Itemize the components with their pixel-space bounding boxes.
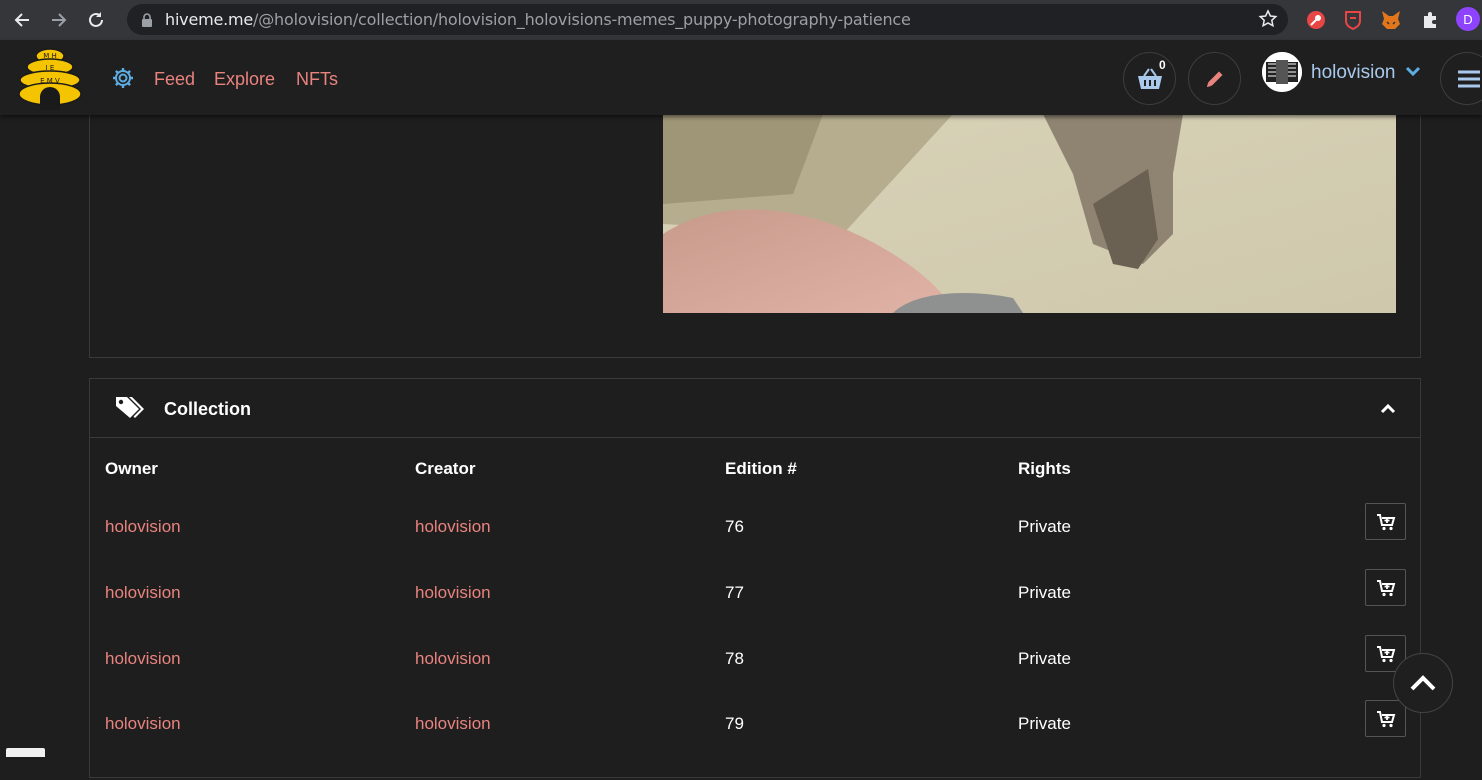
chevron-down-icon[interactable]: [1405, 64, 1421, 82]
creator-link[interactable]: holovision: [415, 583, 491, 603]
pencil-icon: [1206, 71, 1222, 87]
rights-value: Private: [1018, 649, 1071, 668]
nav-nfts[interactable]: NFTs: [296, 69, 338, 90]
puzzle-extensions-icon[interactable]: [1418, 8, 1442, 32]
table-row: holovision holovision 77 Private: [90, 569, 1420, 649]
tags-icon: [114, 395, 146, 426]
cart-plus-icon: [1376, 645, 1395, 662]
back-button[interactable]: [7, 5, 37, 35]
hamburger-icon: [1458, 70, 1480, 87]
column-header-owner: Owner: [105, 459, 158, 478]
svg-text:M H: M H: [43, 52, 57, 60]
shield-extension-icon[interactable]: [1341, 8, 1365, 32]
column-header-rights: Rights: [1018, 459, 1071, 478]
collection-card: Collection Owner Creator Edition # Right…: [89, 378, 1421, 778]
add-to-cart-button[interactable]: [1365, 700, 1406, 737]
scroll-to-top-button[interactable]: [1393, 653, 1453, 713]
column-header-edition: Edition #: [725, 459, 797, 478]
url-text: hiveme.me/@holovision/collection/holovis…: [165, 10, 911, 29]
cart-plus-icon: [1376, 710, 1395, 727]
arrow-left-icon: [14, 13, 29, 27]
profile-avatar[interactable]: D: [1456, 7, 1480, 31]
hamburger-menu-button[interactable]: [1440, 52, 1482, 105]
svg-text:I E: I E: [46, 64, 55, 72]
edition-number: 77: [725, 583, 744, 602]
owner-link[interactable]: holovision: [105, 649, 181, 669]
cart-count-badge: 0: [1159, 58, 1166, 72]
metamask-fox-icon[interactable]: [1379, 8, 1403, 32]
nav-explore[interactable]: Explore: [214, 69, 275, 90]
owner-link[interactable]: holovision: [105, 583, 181, 603]
browser-toolbar: hiveme.me/@holovision/collection/holovis…: [0, 0, 1482, 40]
address-bar[interactable]: hiveme.me/@holovision/collection/holovis…: [127, 4, 1288, 35]
reload-button[interactable]: [81, 5, 111, 35]
edition-number: 76: [725, 517, 744, 536]
site-header: M H I E E M V Feed Explore NFTs 0 holovi…: [0, 40, 1482, 115]
reload-icon: [89, 12, 103, 27]
creator-link[interactable]: holovision: [415, 649, 491, 669]
table-row: holovision holovision 76 Private: [90, 503, 1420, 583]
arrow-right-icon: [52, 13, 67, 27]
browser-status-bubble: [6, 748, 45, 757]
creator-link[interactable]: holovision: [415, 714, 491, 734]
key-extension-icon[interactable]: [1304, 8, 1328, 32]
nav-feed[interactable]: Feed: [154, 69, 195, 90]
edition-number: 78: [725, 649, 744, 668]
rights-value: Private: [1018, 583, 1071, 602]
collection-header[interactable]: Collection: [90, 379, 1420, 438]
column-header-creator: Creator: [415, 459, 476, 478]
cart-plus-icon: [1376, 579, 1395, 596]
collection-title: Collection: [164, 399, 252, 419]
lock-icon: [142, 12, 152, 27]
bookmark-star-icon[interactable]: [1258, 9, 1278, 34]
svg-text:E M V: E M V: [40, 77, 60, 85]
add-to-cart-button[interactable]: [1365, 569, 1406, 606]
forward-button[interactable]: [44, 5, 74, 35]
table-row: holovision holovision 78 Private: [90, 635, 1420, 715]
owner-link[interactable]: holovision: [105, 714, 181, 734]
settings-gear-icon[interactable]: [111, 66, 135, 95]
edition-number: 79: [725, 714, 744, 733]
create-post-button[interactable]: [1188, 52, 1241, 105]
avatar[interactable]: [1262, 52, 1302, 92]
add-to-cart-button[interactable]: [1365, 503, 1406, 540]
creator-link[interactable]: holovision: [415, 517, 491, 537]
username-label[interactable]: holovision: [1311, 62, 1396, 84]
rights-value: Private: [1018, 517, 1071, 536]
chevron-up-icon: [1410, 675, 1436, 691]
cart-button[interactable]: 0: [1123, 52, 1176, 105]
owner-link[interactable]: holovision: [105, 517, 181, 537]
rights-value: Private: [1018, 714, 1071, 733]
cart-plus-icon: [1376, 513, 1395, 530]
chevron-up-icon[interactable]: [1380, 401, 1396, 419]
hiveme-logo[interactable]: M H I E E M V: [16, 42, 84, 112]
table-row: holovision holovision 79 Private: [90, 700, 1420, 780]
puppy-photo: [663, 114, 1396, 313]
